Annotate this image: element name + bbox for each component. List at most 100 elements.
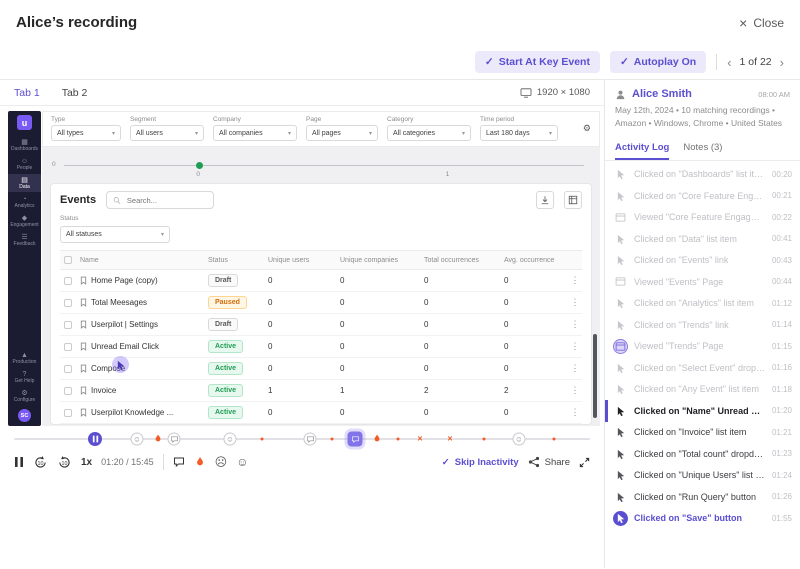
activity-log-entry[interactable]: Clicked on "Core Feature Engagem...00:21 bbox=[605, 185, 800, 207]
table-row[interactable]: Total Meesages Paused 0 0 0 0 ⋮ bbox=[60, 292, 582, 314]
row-menu-button[interactable]: ⋮ bbox=[568, 275, 582, 286]
filter-settings-icon[interactable]: ⚙ bbox=[583, 123, 591, 134]
tab-1[interactable]: Tab 1 bbox=[14, 87, 40, 99]
type-filter-dropdown[interactable]: All types ▾ bbox=[51, 125, 121, 141]
timeline-marker-smiley[interactable]: ☺ bbox=[223, 432, 237, 446]
activity-log-entry[interactable]: Clicked on "Unique Users" list item 01:24 bbox=[605, 465, 800, 487]
table-row[interactable]: Invoice Active 1 1 2 2 ⋮ bbox=[60, 380, 582, 402]
row-menu-button[interactable]: ⋮ bbox=[568, 407, 582, 418]
reaction-button[interactable]: ☺ bbox=[236, 456, 248, 468]
sidebar-item-analytics[interactable]: ◔ Analytics bbox=[8, 193, 41, 211]
timeline-marker-comment[interactable] bbox=[167, 432, 181, 446]
activity-log-entry-key-event[interactable]: Clicked on "Save" button 01:55 bbox=[605, 508, 800, 530]
timeline-marker-error[interactable]: × bbox=[447, 434, 452, 444]
row-checkbox[interactable] bbox=[64, 320, 72, 329]
table-row[interactable]: Unread Email Click Active 0 0 0 0 ⋮ bbox=[60, 336, 582, 358]
row-checkbox[interactable] bbox=[64, 364, 72, 373]
timeline-marker-event[interactable] bbox=[260, 437, 264, 441]
activity-log-entry[interactable]: Clicked on "Select Event" dropdown 01:16 bbox=[605, 357, 800, 379]
timeline-marker-selected[interactable] bbox=[347, 431, 363, 447]
time-period-filter-dropdown[interactable]: Last 180 days ▾ bbox=[480, 125, 558, 141]
skip-inactivity-toggle[interactable]: ✓ Skip Inactivity bbox=[442, 457, 519, 468]
activity-log-entry[interactable]: Clicked on "Total count" dropdown 01:23 bbox=[605, 443, 800, 465]
sidebar-item-feedback[interactable]: ☰ Feedback bbox=[8, 231, 41, 249]
timeline-marker-smiley[interactable]: ☺ bbox=[130, 432, 144, 446]
row-checkbox[interactable] bbox=[64, 408, 72, 417]
table-row[interactable]: Compose Active 0 0 0 0 ⋮ bbox=[60, 358, 582, 380]
forward-10-button[interactable]: 10 bbox=[57, 455, 72, 470]
frustration-button[interactable]: ☹ bbox=[215, 456, 228, 468]
row-checkbox[interactable] bbox=[64, 386, 72, 395]
row-checkbox[interactable] bbox=[64, 342, 72, 351]
activity-log-entry-current[interactable]: Clicked on "Name" Unread Email C...01:20 bbox=[605, 400, 800, 422]
row-menu-button[interactable]: ⋮ bbox=[568, 297, 582, 308]
previous-recording-button[interactable]: ‹ bbox=[727, 56, 731, 69]
rage-click-filter-button[interactable] bbox=[194, 456, 206, 469]
fullscreen-button[interactable] bbox=[579, 457, 590, 468]
tab-activity-log[interactable]: Activity Log bbox=[615, 142, 670, 160]
user-name-link[interactable]: Alice Smith bbox=[632, 88, 692, 100]
scrollbar[interactable] bbox=[593, 334, 597, 418]
timeline-marker-event[interactable] bbox=[552, 437, 556, 441]
activity-log-entry[interactable]: Clicked on "Events" link 00:43 bbox=[605, 250, 800, 272]
player-timeline[interactable]: ☺ ☺ × × ☺ bbox=[14, 430, 590, 448]
activity-log-entry[interactable]: Clicked on "Trends" link 01:14 bbox=[605, 314, 800, 336]
sidebar-item-configure[interactable]: ⚙ Configure bbox=[8, 387, 41, 405]
activity-log-entry[interactable]: Clicked on "Data" list item 00:41 bbox=[605, 228, 800, 250]
timeline-marker-event[interactable] bbox=[330, 437, 334, 441]
sidebar-item-production[interactable]: ▲ Production bbox=[8, 349, 41, 367]
activity-log-entry[interactable]: Clicked on "Invoice" list item 01:21 bbox=[605, 422, 800, 444]
start-at-key-event-button[interactable]: ✓ Start At Key Event bbox=[474, 51, 600, 73]
sidebar-item-get-help[interactable]: ? Get Help bbox=[8, 368, 41, 386]
autoplay-toggle[interactable]: ✓ Autoplay On bbox=[609, 51, 707, 73]
table-row[interactable]: Userpilot Knowledge ... Active 0 0 0 0 ⋮ bbox=[60, 402, 582, 424]
sidebar-item-data[interactable]: ▤ Data bbox=[8, 174, 41, 192]
activity-log-entry[interactable]: Clicked on "Run Query" button 01:26 bbox=[605, 486, 800, 508]
sidebar-item-engagement[interactable]: ◆ Engagement bbox=[8, 212, 41, 230]
columns-button[interactable] bbox=[564, 191, 582, 209]
search-input[interactable] bbox=[124, 194, 208, 206]
pause-button[interactable] bbox=[14, 456, 24, 468]
row-checkbox[interactable] bbox=[64, 298, 72, 307]
activity-log-entry[interactable]: Clicked on "Any Event" list item 01:18 bbox=[605, 379, 800, 401]
row-menu-button[interactable]: ⋮ bbox=[568, 363, 582, 374]
row-checkbox[interactable] bbox=[64, 276, 72, 285]
page-filter-dropdown[interactable]: All pages ▾ bbox=[306, 125, 378, 141]
timeline-marker-event[interactable] bbox=[482, 437, 486, 441]
table-row[interactable]: Home Page (copy) Draft 0 0 0 0 ⋮ bbox=[60, 270, 582, 292]
playback-speed-button[interactable]: 1x bbox=[81, 457, 92, 468]
company-filter-dropdown[interactable]: All companies ▾ bbox=[213, 125, 297, 141]
activity-log-entry[interactable]: Viewed "Core Feature Engagment" 00:22 bbox=[605, 207, 800, 229]
timeline-marker-event[interactable] bbox=[396, 437, 400, 441]
tab-notes[interactable]: Notes (3) bbox=[683, 142, 722, 160]
close-button[interactable]: × Close bbox=[739, 16, 784, 30]
comment-button[interactable] bbox=[173, 456, 185, 468]
avatar[interactable]: SC bbox=[18, 409, 31, 422]
next-recording-button[interactable]: › bbox=[780, 56, 784, 69]
timeline-marker-smiley[interactable]: ☺ bbox=[512, 432, 526, 446]
activity-log-entry[interactable]: Viewed "Events" Page 00:44 bbox=[605, 271, 800, 293]
status-filter-dropdown[interactable]: All statuses ▾ bbox=[60, 226, 170, 243]
timeline-marker-comment[interactable] bbox=[303, 432, 317, 446]
activity-log-entry[interactable]: Viewed "Trends" Page 01:15 bbox=[605, 336, 800, 358]
timeline-marker-rage-click[interactable] bbox=[153, 434, 163, 445]
activity-log-entry[interactable]: Clicked on "Analytics" list item 01:12 bbox=[605, 293, 800, 315]
select-all-checkbox[interactable] bbox=[64, 256, 72, 264]
row-menu-button[interactable]: ⋮ bbox=[568, 341, 582, 352]
segment-filter-dropdown[interactable]: All users ▾ bbox=[130, 125, 204, 141]
sidebar-item-dashboards[interactable]: ▦ Dashboards bbox=[8, 136, 41, 154]
row-menu-button[interactable]: ⋮ bbox=[568, 385, 582, 396]
category-filter-dropdown[interactable]: All categories ▾ bbox=[387, 125, 471, 141]
rewind-10-button[interactable]: 10 bbox=[33, 455, 48, 470]
axis-marker-dot[interactable] bbox=[196, 162, 204, 169]
tab-2[interactable]: Tab 2 bbox=[62, 87, 88, 99]
events-search[interactable] bbox=[106, 191, 215, 209]
timeline-marker-rage-click[interactable] bbox=[372, 434, 382, 445]
activity-log-entry[interactable]: Clicked on "Dashboards" list item 00:20 bbox=[605, 164, 800, 186]
table-row[interactable]: Userpilot | Settings Draft 0 0 0 0 ⋮ bbox=[60, 314, 582, 336]
row-menu-button[interactable]: ⋮ bbox=[568, 319, 582, 330]
playhead[interactable] bbox=[88, 432, 102, 446]
share-button[interactable]: Share bbox=[528, 456, 570, 468]
download-button[interactable] bbox=[536, 191, 554, 209]
timeline-marker-error[interactable]: × bbox=[417, 434, 422, 444]
